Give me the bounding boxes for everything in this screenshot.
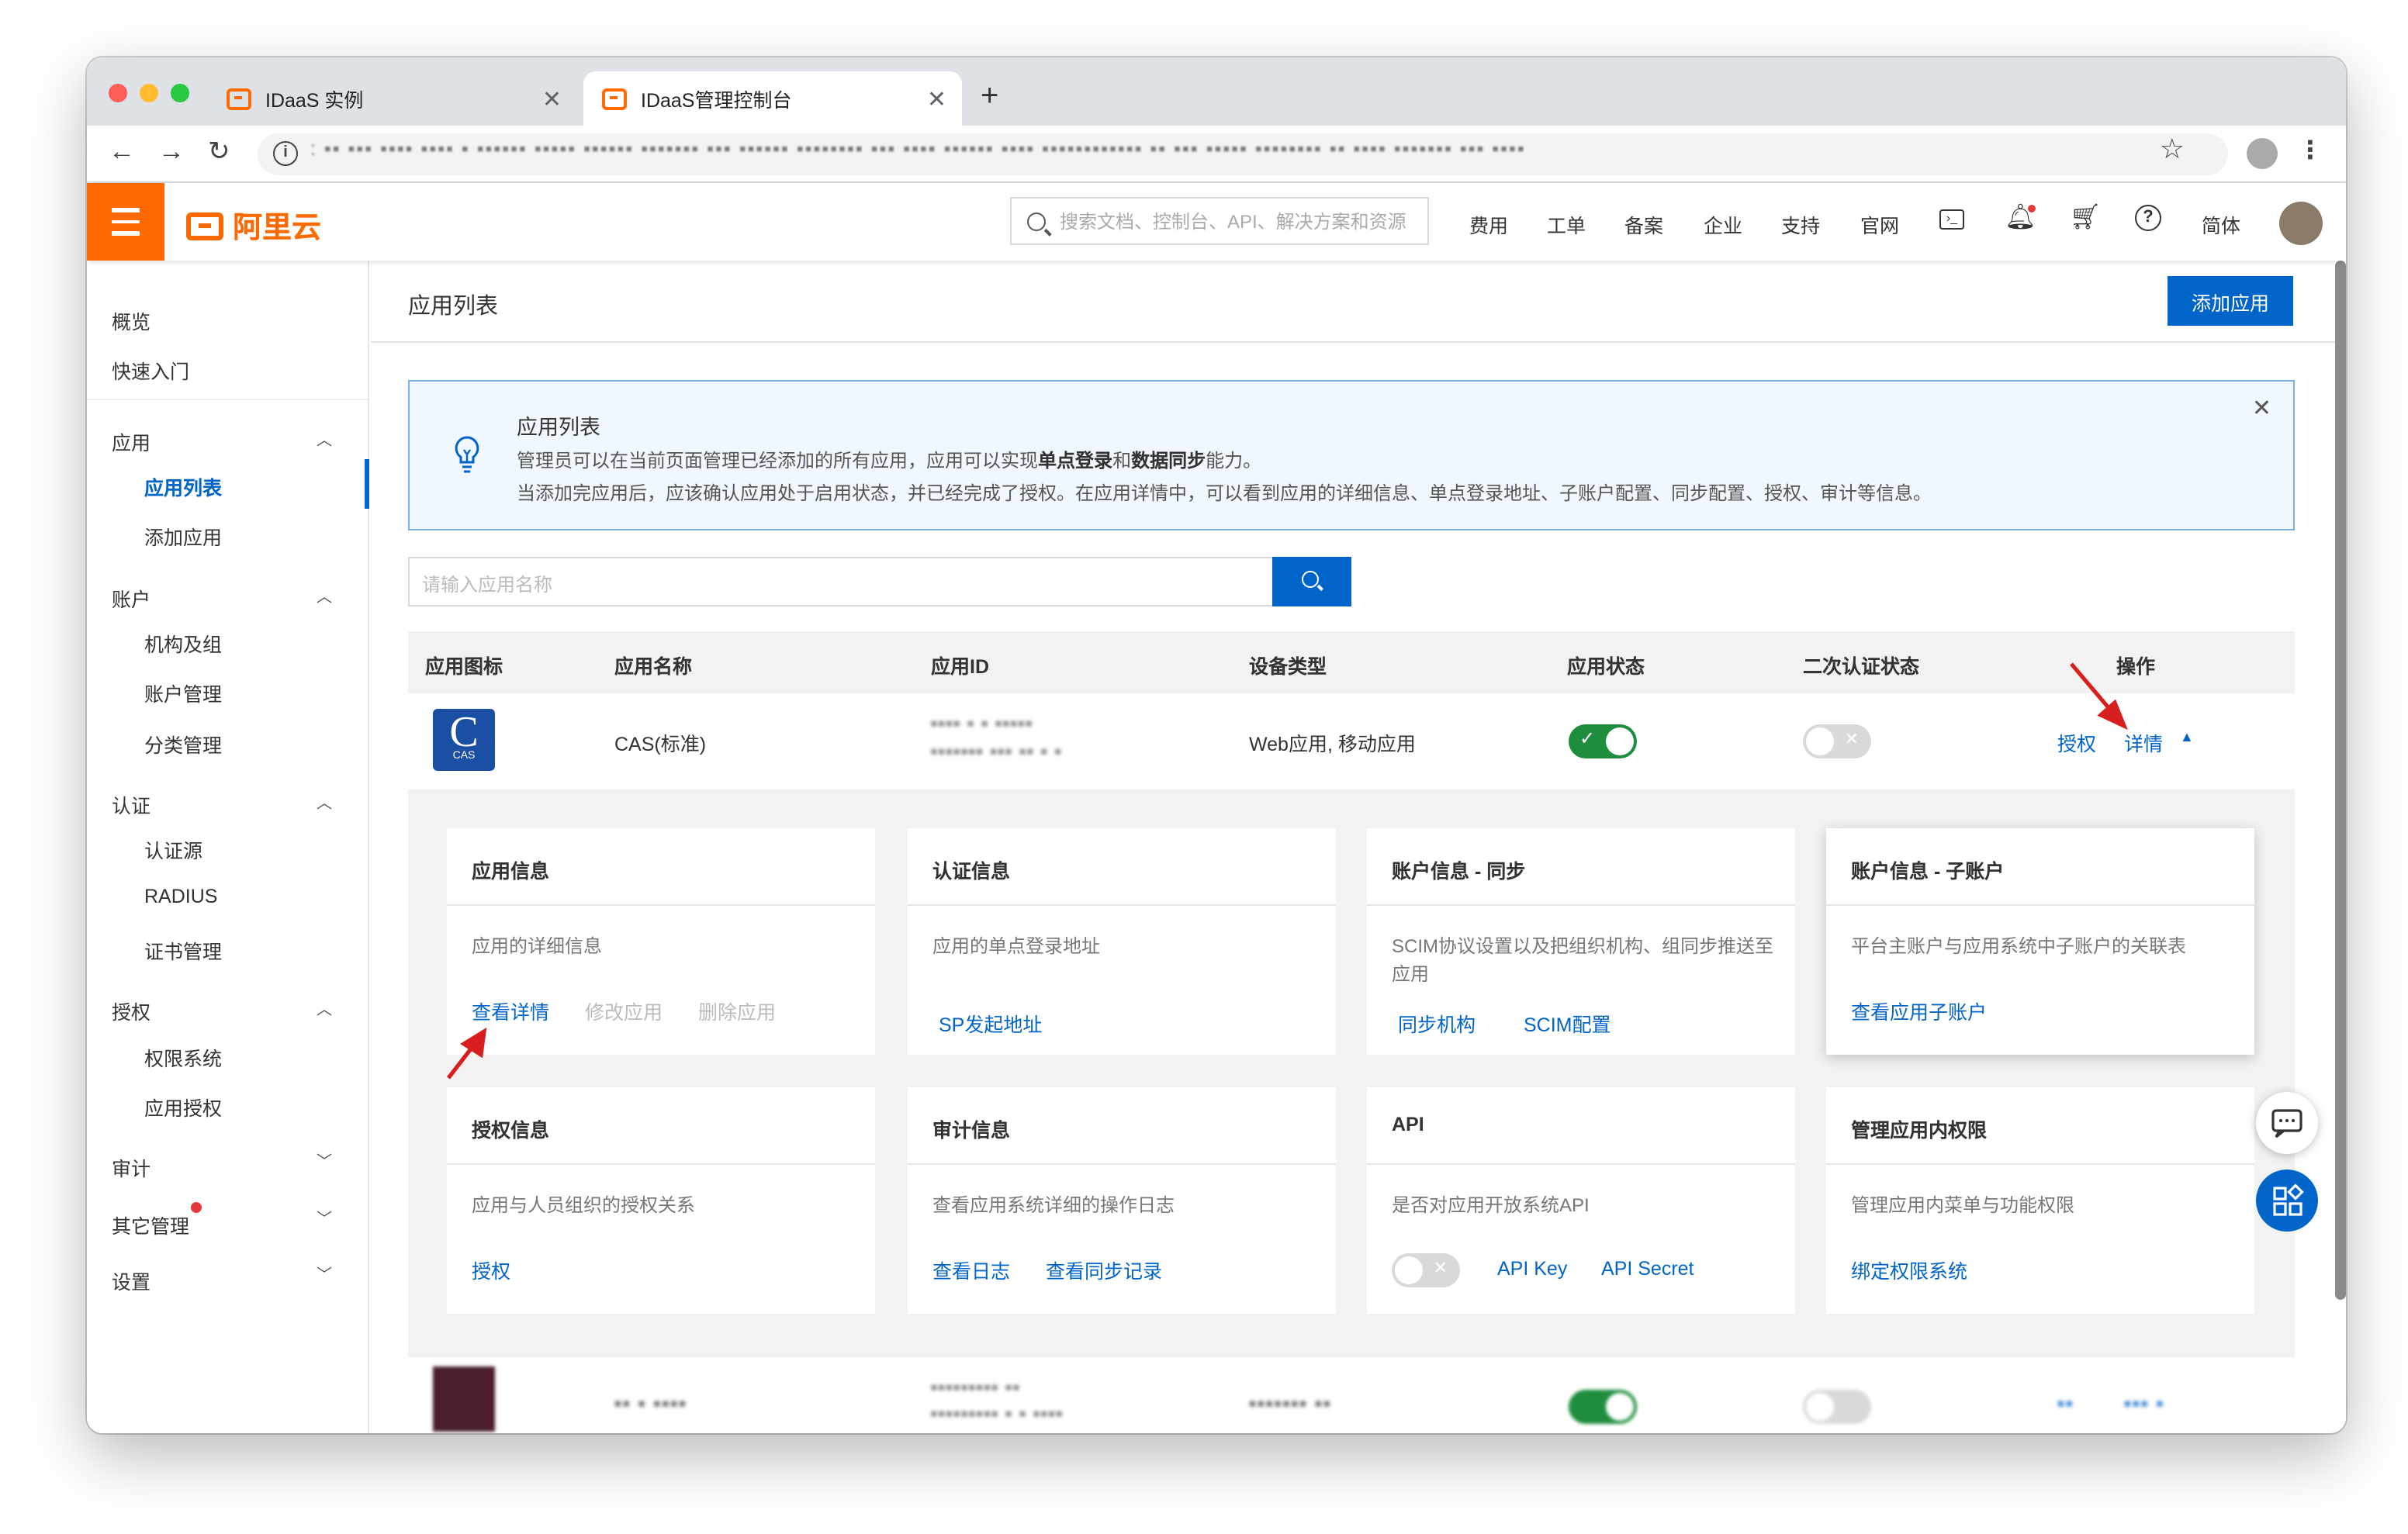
- search-icon: [1027, 212, 1046, 230]
- menu-icon[interactable]: [87, 183, 164, 261]
- help-icon[interactable]: ?: [2135, 205, 2161, 231]
- browser-window: IDaaS 实例 ✕ IDaaS管理控制台 ✕ + ← → ↻ i : ▪▪ ▪…: [87, 57, 2346, 1433]
- nav-enterprise[interactable]: 企业: [1704, 209, 1742, 239]
- nav-filing[interactable]: 备案: [1624, 209, 1663, 239]
- arrow-to-view-details: [446, 1027, 487, 1080]
- cart-icon[interactable]: 🛒︎: [2070, 205, 2102, 233]
- search-placeholder: 搜索文档、控制台、API、解决方案和资源: [1060, 211, 1406, 233]
- console-topbar: 阿里云 搜索文档、控制台、API、解决方案和资源 费用 工单 备案 企业 支持 …: [87, 183, 2346, 261]
- nav-official[interactable]: 官网: [1860, 209, 1899, 239]
- nav-fees[interactable]: 费用: [1469, 209, 1508, 239]
- logo-text: 阿里云: [233, 212, 322, 245]
- avatar[interactable]: [2279, 202, 2323, 245]
- aliyun-logo-icon: [186, 212, 223, 240]
- nav-tickets[interactable]: 工单: [1547, 209, 1586, 239]
- arrow-to-detail: [2070, 662, 2128, 731]
- aliyun-logo[interactable]: 阿里云: [186, 205, 321, 247]
- global-search-input[interactable]: 搜索文档、控制台、API、解决方案和资源: [1010, 197, 1429, 245]
- annotation-arrows: [446, 662, 2128, 1080]
- terminal-icon[interactable]: ›_: [1939, 209, 1964, 230]
- notification-dot: [2028, 205, 2036, 212]
- nav-support[interactable]: 支持: [1781, 209, 1820, 239]
- language-switch[interactable]: 简体: [2202, 209, 2240, 239]
